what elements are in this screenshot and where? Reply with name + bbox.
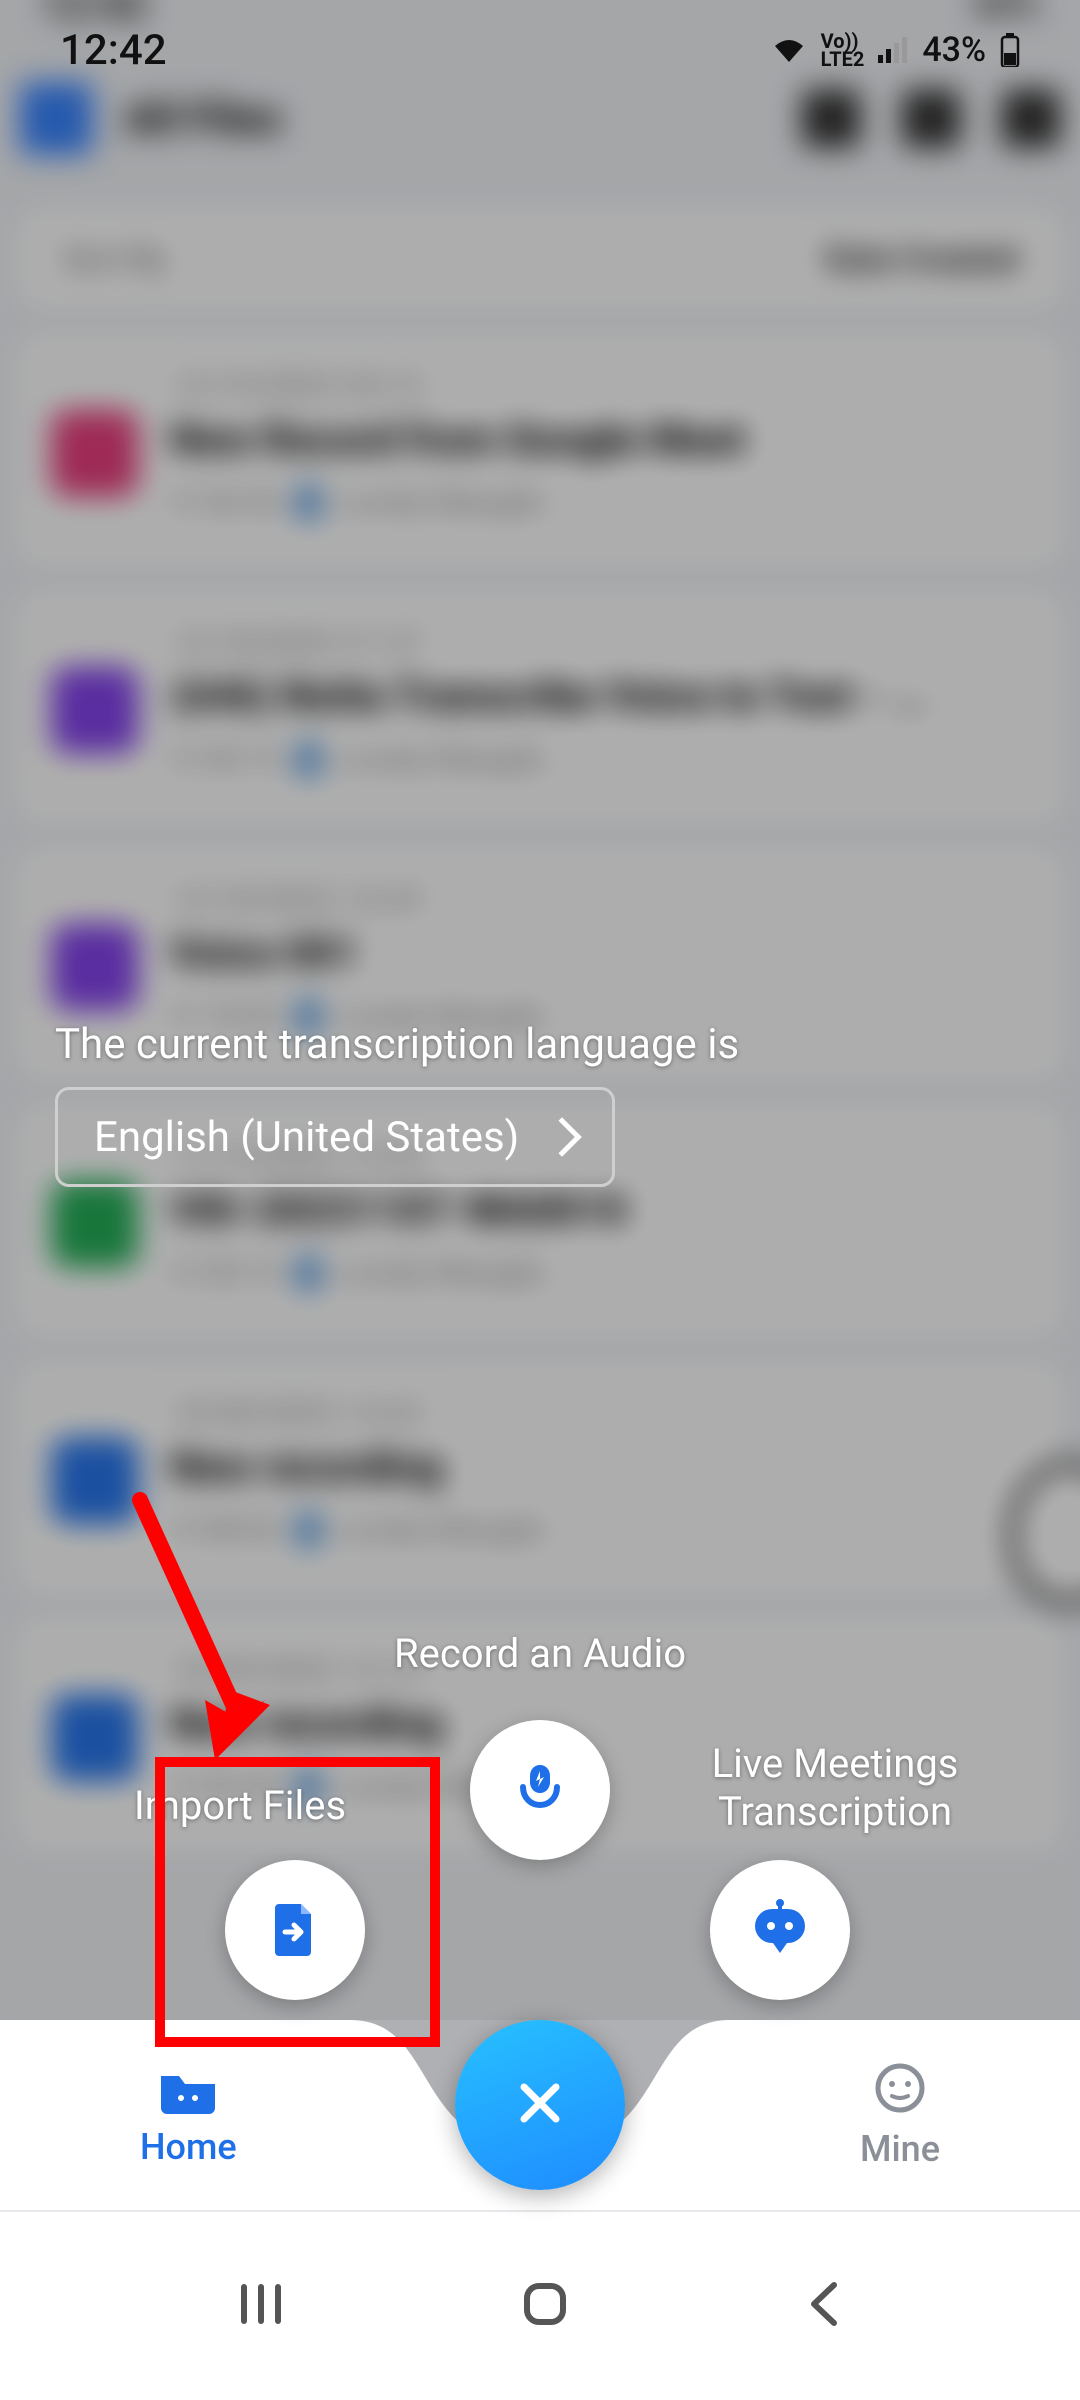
- bot-icon: [747, 1897, 813, 1963]
- annotation-highlight-box: [155, 1757, 440, 2047]
- signal-icon: [878, 37, 908, 63]
- language-callout: The current transcription language is En…: [55, 1020, 739, 1187]
- annotation-arrow-icon: [120, 1490, 290, 1794]
- wifi-icon: [771, 36, 807, 64]
- language-selector[interactable]: English (United States): [55, 1087, 615, 1187]
- record-audio-button[interactable]: [470, 1720, 610, 1860]
- live-meetings-label: Live Meetings: [670, 1740, 1000, 1788]
- home-button[interactable]: [517, 2276, 573, 2336]
- status-indicators: Vo))LTE2 43%: [771, 30, 1020, 70]
- network-badge: Vo))LTE2: [821, 32, 865, 68]
- recents-button[interactable]: [234, 2277, 288, 2335]
- status-bar: 12:42 Vo))LTE2 43%: [0, 0, 1080, 100]
- chevron-right-icon: [542, 1117, 582, 1157]
- battery-icon: [1000, 33, 1020, 67]
- fab-close-button[interactable]: [455, 2020, 625, 2190]
- close-icon: [512, 2075, 568, 2135]
- status-time: 12:42: [60, 26, 167, 75]
- language-lead-text: The current transcription language is: [55, 1020, 739, 1069]
- back-button[interactable]: [802, 2277, 846, 2335]
- live-meetings-button[interactable]: [710, 1860, 850, 2000]
- live-transcription-label: Transcription: [670, 1788, 1000, 1836]
- battery-percent: 43%: [922, 30, 986, 70]
- system-nav: [0, 2210, 1080, 2400]
- language-value: English (United States): [94, 1113, 519, 1162]
- microphone-icon: [509, 1757, 571, 1823]
